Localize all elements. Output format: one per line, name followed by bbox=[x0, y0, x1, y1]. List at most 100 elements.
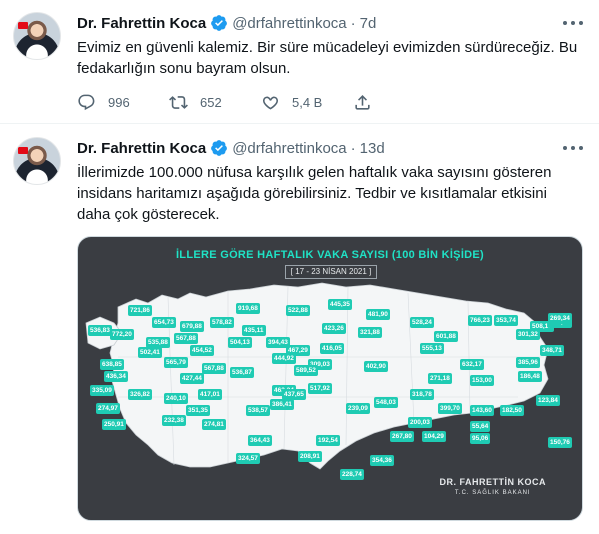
tweet-image-incidence-map[interactable]: İLLERE GÖRE HAFTALIK VAKA SAYISI (100 Bİ… bbox=[77, 236, 583, 521]
more-dot-icon bbox=[563, 21, 567, 25]
more-dot-icon bbox=[563, 146, 567, 150]
province-value-label: 502,41 bbox=[138, 347, 162, 358]
signature-role: T.C. SAĞLIK BAKANI bbox=[454, 490, 531, 496]
more-options-button[interactable] bbox=[563, 139, 583, 157]
province-value-label: 269,34 bbox=[548, 313, 572, 324]
province-value-label: 274,81 bbox=[202, 419, 226, 430]
share-button[interactable] bbox=[353, 93, 372, 112]
province-value-label: 416,05 bbox=[320, 343, 344, 354]
tweet-2[interactable]: Dr. Fahrettin Koca @drfahrettinkoca · 13… bbox=[0, 125, 599, 534]
province-value-label: 399,70 bbox=[438, 403, 462, 414]
like-count: 5,4 B bbox=[292, 94, 323, 110]
tweet-actions: 996 652 5,4 B bbox=[77, 92, 372, 112]
province-value-label: 153,00 bbox=[470, 375, 494, 386]
tweet-header: Dr. Fahrettin Koca @drfahrettinkoca · 7d bbox=[77, 13, 376, 33]
province-value-label: 239,09 bbox=[346, 403, 370, 414]
province-value-label: 186,48 bbox=[518, 371, 542, 382]
more-dot-icon bbox=[579, 21, 583, 25]
reply-icon bbox=[78, 94, 95, 110]
province-value-label: 481,90 bbox=[366, 309, 390, 320]
province-value-label: 919,68 bbox=[236, 303, 260, 314]
province-value-label: 638,85 bbox=[100, 359, 124, 370]
heart-icon bbox=[262, 96, 279, 110]
author-name[interactable]: Dr. Fahrettin Koca bbox=[77, 140, 206, 157]
province-value-label: 351,35 bbox=[186, 405, 210, 416]
province-value-label: 417,01 bbox=[198, 389, 222, 400]
tweet-1[interactable]: Dr. Fahrettin Koca @drfahrettinkoca · 7d… bbox=[0, 0, 599, 124]
province-value-label: 454,52 bbox=[190, 345, 214, 356]
province-value-label: 95,06 bbox=[470, 433, 491, 444]
reply-button[interactable]: 996 bbox=[77, 93, 169, 112]
province-value-label: 427,44 bbox=[180, 373, 204, 384]
province-value-label: 353,74 bbox=[494, 315, 518, 326]
province-value-label: 436,34 bbox=[104, 371, 128, 382]
tweet-header: Dr. Fahrettin Koca @drfahrettinkoca · 13… bbox=[77, 138, 385, 158]
province-value-label: 274,97 bbox=[96, 403, 120, 414]
verified-badge-icon bbox=[211, 15, 228, 31]
more-dot-icon bbox=[571, 146, 575, 150]
separator: · bbox=[350, 139, 356, 157]
province-value-label: 364,43 bbox=[248, 435, 272, 446]
province-value-label: 182,50 bbox=[500, 405, 524, 416]
map-title: İLLERE GÖRE HAFTALIK VAKA SAYISI (100 Bİ… bbox=[175, 249, 485, 261]
province-value-label: 578,82 bbox=[210, 317, 234, 328]
more-options-button[interactable] bbox=[563, 14, 583, 32]
province-value-label: 150,76 bbox=[548, 437, 572, 448]
province-value-label: 555,13 bbox=[420, 343, 444, 354]
reply-count: 996 bbox=[108, 94, 130, 110]
province-value-label: 589,52 bbox=[294, 365, 318, 376]
verified-badge-icon bbox=[211, 140, 228, 156]
province-value-label: 348,71 bbox=[540, 345, 564, 356]
province-value-label: 536,83 bbox=[88, 325, 112, 336]
province-value-label: 200,03 bbox=[408, 417, 432, 428]
flag-icon bbox=[18, 147, 28, 154]
province-value-label: 504,13 bbox=[228, 337, 252, 348]
province-value-label: 318,78 bbox=[410, 389, 434, 400]
province-value-label: 321,88 bbox=[358, 327, 382, 338]
tweet-text: Evimiz en güvenli kalemiz. Bir süre müca… bbox=[77, 39, 578, 77]
province-value-label: 536,87 bbox=[230, 367, 254, 378]
more-dot-icon bbox=[579, 146, 583, 150]
tweet-text: İllerimizde 100.000 nüfusa karşılık gele… bbox=[77, 164, 552, 223]
like-button[interactable]: 5,4 B bbox=[261, 93, 353, 112]
province-value-label: 567,88 bbox=[174, 333, 198, 344]
province-value-label: 601,88 bbox=[434, 331, 458, 342]
province-value-label: 721,86 bbox=[128, 305, 152, 316]
province-value-label: 123,84 bbox=[536, 395, 560, 406]
province-value-label: 301,32 bbox=[516, 329, 540, 340]
province-value-label: 402,90 bbox=[364, 361, 388, 372]
province-value-label: 104,29 bbox=[422, 431, 446, 442]
retweet-icon bbox=[169, 95, 188, 109]
province-value-label: 250,91 bbox=[102, 419, 126, 430]
province-value-label: 444,92 bbox=[272, 353, 296, 364]
province-value-label: 772,20 bbox=[110, 329, 134, 340]
author-handle[interactable]: @drfahrettinkoca bbox=[232, 140, 346, 157]
timestamp[interactable]: 7d bbox=[360, 15, 377, 32]
retweet-button[interactable]: 652 bbox=[169, 93, 261, 112]
province-value-label: 324,57 bbox=[236, 453, 260, 464]
avatar[interactable] bbox=[13, 12, 61, 60]
province-value-label: 548,03 bbox=[374, 397, 398, 408]
province-value-label: 228,74 bbox=[340, 469, 364, 480]
province-value-label: 437,65 bbox=[282, 389, 306, 400]
province-value-label: 654,73 bbox=[152, 317, 176, 328]
province-value-label: 240,10 bbox=[164, 393, 188, 404]
province-value-label: 632,17 bbox=[460, 359, 484, 370]
province-value-label: 326,82 bbox=[128, 389, 152, 400]
province-value-label: 271,18 bbox=[428, 373, 452, 384]
flag-icon bbox=[18, 22, 28, 29]
author-name[interactable]: Dr. Fahrettin Koca bbox=[77, 15, 206, 32]
timestamp[interactable]: 13d bbox=[360, 140, 385, 157]
signature-name: DR. FAHRETTİN KOCA bbox=[439, 477, 546, 487]
avatar[interactable] bbox=[13, 137, 61, 185]
province-value-label: 435,11 bbox=[242, 325, 266, 336]
province-value-label: 192,54 bbox=[316, 435, 340, 446]
province-value-label: 445,35 bbox=[328, 299, 352, 310]
share-icon bbox=[355, 94, 370, 110]
author-handle[interactable]: @drfahrettinkoca bbox=[232, 15, 346, 32]
signature: DR. FAHRETTİN KOCA T.C. SAĞLIK BAKANI bbox=[440, 477, 547, 496]
province-value-label: 538,57 bbox=[246, 405, 270, 416]
province-value-label: 423,26 bbox=[322, 323, 346, 334]
province-value-label: 386,41 bbox=[270, 399, 294, 410]
province-value-label: 354,36 bbox=[370, 455, 394, 466]
